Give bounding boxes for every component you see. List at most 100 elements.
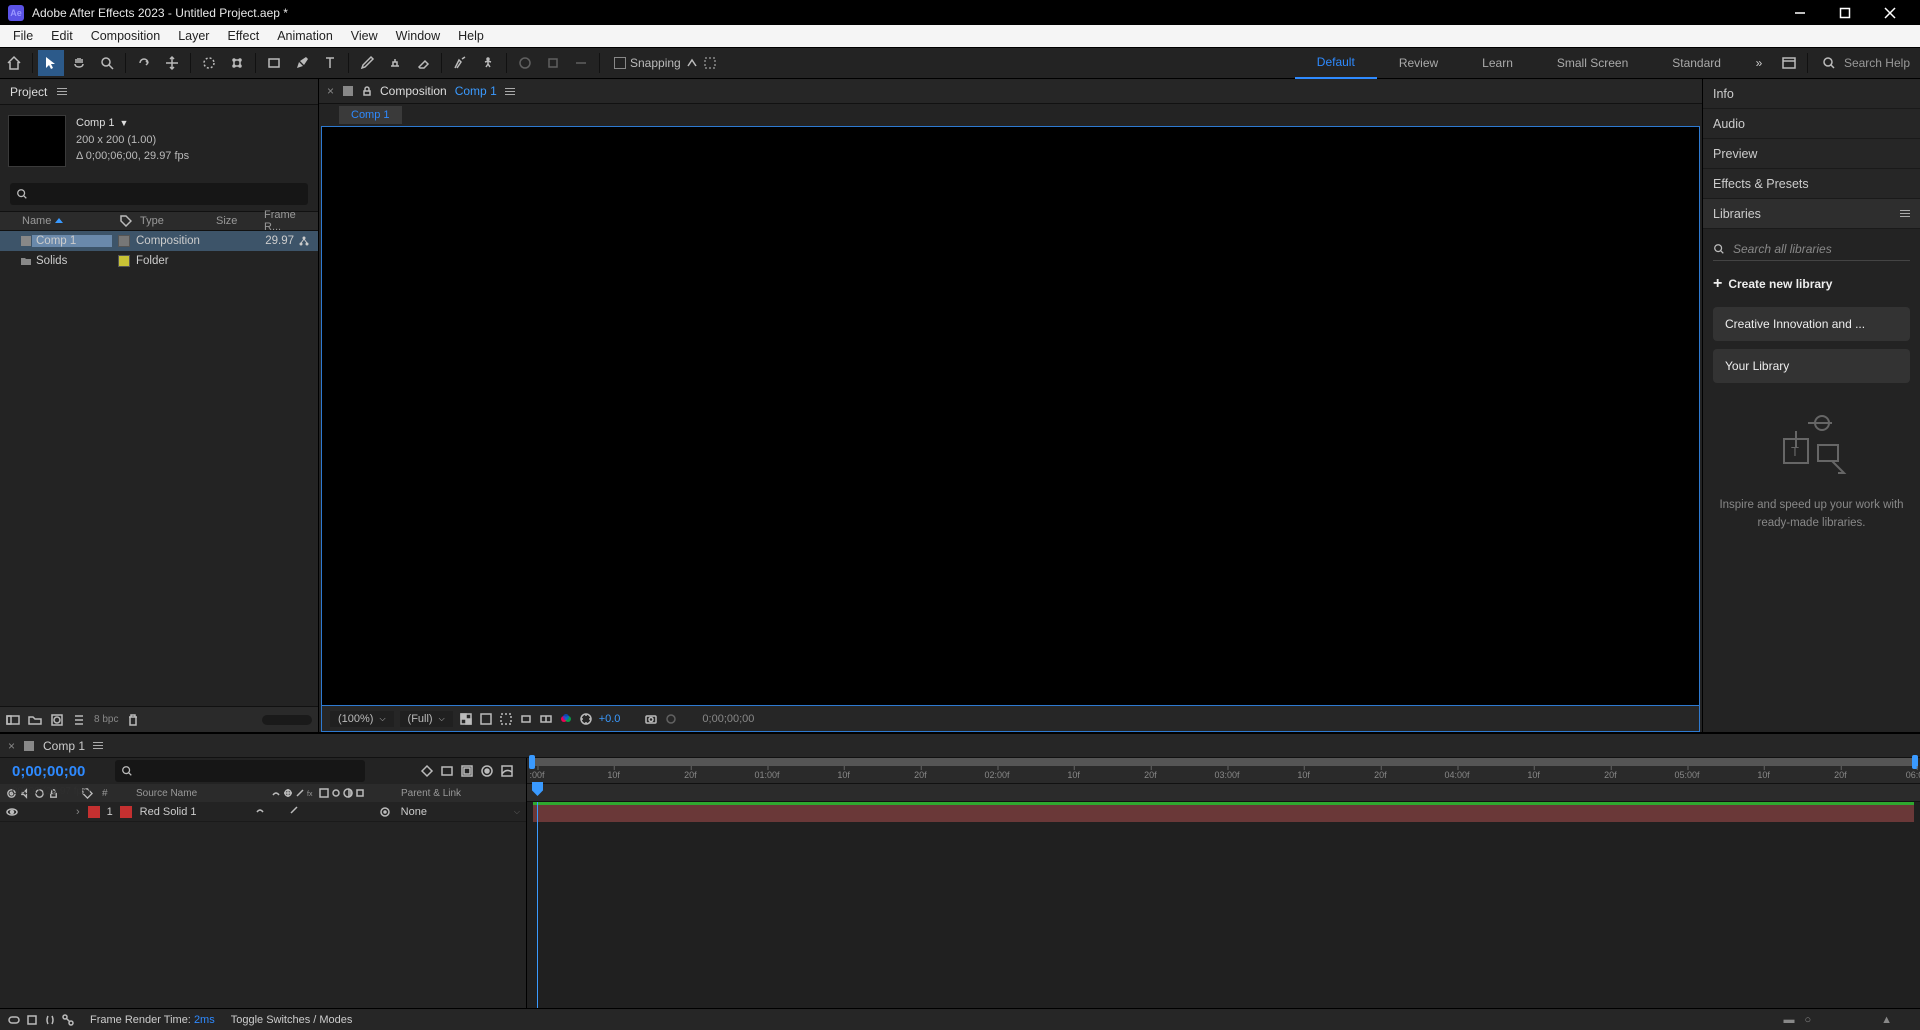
create-library-button[interactable]: + Create new library xyxy=(1713,269,1910,299)
viewer-timecode[interactable]: 0;00;00;00 xyxy=(702,713,754,725)
graph-editor-icon[interactable] xyxy=(500,764,514,778)
panel-menu-icon[interactable] xyxy=(57,88,67,95)
panel-audio[interactable]: Audio xyxy=(1703,109,1920,139)
close-tab-icon[interactable]: × xyxy=(327,84,334,98)
panel-libraries[interactable]: Libraries xyxy=(1703,199,1920,229)
zoom-tool[interactable] xyxy=(94,50,120,76)
timeline-tab-name[interactable]: Comp 1 xyxy=(43,739,85,753)
resolution-dropdown[interactable]: (Full) ⌵ xyxy=(400,711,453,727)
zoom-in-icon[interactable]: ▲ xyxy=(1881,1014,1892,1026)
snapshot-icon[interactable] xyxy=(644,712,658,726)
toggle-switch-icon[interactable] xyxy=(8,1014,20,1026)
show-snapshot-icon[interactable] xyxy=(664,712,678,726)
orbit-tool[interactable] xyxy=(131,50,157,76)
menu-animation[interactable]: Animation xyxy=(268,25,342,47)
project-item[interactable]: Comp 1 Composition 29.97 xyxy=(0,231,318,251)
panel-info[interactable]: Info xyxy=(1703,79,1920,109)
flowchart-icon[interactable] xyxy=(298,235,310,247)
shy-icon[interactable] xyxy=(440,764,454,778)
maximize-button[interactable] xyxy=(1822,0,1867,25)
menu-help[interactable]: Help xyxy=(449,25,493,47)
library-item[interactable]: Your Library xyxy=(1713,349,1910,383)
timeline-search[interactable] xyxy=(115,760,365,782)
snap-box-icon[interactable] xyxy=(703,56,717,70)
menu-edit[interactable]: Edit xyxy=(42,25,82,47)
menu-composition[interactable]: Composition xyxy=(82,25,169,47)
hand-tool[interactable] xyxy=(66,50,92,76)
mesh-tool-3[interactable] xyxy=(568,50,594,76)
work-area-bar[interactable] xyxy=(533,758,1914,766)
bpc-button[interactable]: 8 bpc xyxy=(94,714,118,725)
comp-mini-icon[interactable] xyxy=(420,764,434,778)
item-color-tag[interactable] xyxy=(118,235,130,247)
panel-effects[interactable]: Effects & Presets xyxy=(1703,169,1920,199)
bone-icon[interactable] xyxy=(62,1014,74,1026)
workspace-smallscreen[interactable]: Small Screen xyxy=(1535,47,1650,79)
timeline-track-area[interactable] xyxy=(527,802,1920,1008)
col-parent[interactable]: Parent & Link xyxy=(401,788,501,799)
brace-icon[interactable] xyxy=(44,1014,56,1026)
minimize-button[interactable] xyxy=(1777,0,1822,25)
mesh-tool-2[interactable] xyxy=(540,50,566,76)
comp-name[interactable]: Comp 1 ▼ xyxy=(76,115,189,132)
zoom-slider-handle[interactable]: ○ xyxy=(1804,1014,1811,1026)
menu-layer[interactable]: Layer xyxy=(169,25,218,47)
quality-col-icon[interactable] xyxy=(295,788,305,798)
snapping-toggle[interactable]: Snapping xyxy=(614,56,717,70)
workspace-review[interactable]: Review xyxy=(1377,47,1460,79)
new-comp-icon[interactable] xyxy=(50,713,64,727)
tag-icon[interactable] xyxy=(120,215,132,227)
item-color-tag[interactable] xyxy=(118,255,130,267)
snapping-checkbox[interactable] xyxy=(614,57,626,69)
home-button[interactable] xyxy=(1,50,27,76)
menu-view[interactable]: View xyxy=(342,25,387,47)
rectangle-tool[interactable] xyxy=(261,50,287,76)
comp-tab-name[interactable]: Comp 1 xyxy=(455,84,497,98)
guide-icon[interactable] xyxy=(519,712,533,726)
col-source[interactable]: Source Name xyxy=(116,788,271,799)
libraries-menu-icon[interactable] xyxy=(1900,210,1910,217)
text-tool[interactable] xyxy=(317,50,343,76)
col-name[interactable]: Name xyxy=(22,215,120,227)
col-frame[interactable]: Frame R... xyxy=(264,209,314,233)
visibility-icon[interactable] xyxy=(6,806,18,818)
trash-icon[interactable] xyxy=(126,713,140,727)
menu-window[interactable]: Window xyxy=(387,25,449,47)
pickwhip-icon[interactable] xyxy=(379,806,391,818)
puppet-tool[interactable] xyxy=(475,50,501,76)
channel-icon[interactable] xyxy=(539,712,553,726)
panel-preview[interactable]: Preview xyxy=(1703,139,1920,169)
transparency-grid-icon[interactable] xyxy=(459,712,473,726)
zoom-dropdown[interactable]: (100%) ⌵ xyxy=(330,711,394,727)
zoom-out-icon[interactable]: ▬ xyxy=(1783,1014,1794,1026)
project-search[interactable] xyxy=(10,183,308,205)
lock-icon[interactable] xyxy=(362,86,372,96)
current-timecode[interactable]: 0;00;00;00 xyxy=(12,763,85,780)
shy-col-icon[interactable] xyxy=(271,788,281,798)
adjustment-col-icon[interactable] xyxy=(343,788,353,798)
eraser-tool[interactable] xyxy=(410,50,436,76)
layer-color[interactable] xyxy=(88,806,100,818)
twirl-icon[interactable]: › xyxy=(76,806,80,818)
pen-tool[interactable] xyxy=(289,50,315,76)
menu-file[interactable]: File xyxy=(4,25,42,47)
col-number[interactable]: # xyxy=(102,788,116,799)
libraries-search[interactable]: Search all libraries xyxy=(1713,237,1910,261)
workspace-more-button[interactable]: » xyxy=(1744,50,1774,76)
parent-dropdown[interactable]: None ⌵ xyxy=(395,806,520,818)
workspace-standard[interactable]: Standard xyxy=(1650,47,1743,79)
playhead[interactable] xyxy=(537,802,538,1008)
frameblend-col-icon[interactable] xyxy=(319,788,329,798)
menu-effect[interactable]: Effect xyxy=(218,25,268,47)
layer-name[interactable]: Red Solid 1 xyxy=(136,806,251,818)
composition-viewer[interactable] xyxy=(321,126,1700,706)
rotation-tool[interactable] xyxy=(196,50,222,76)
exposure-value[interactable]: +0.0 xyxy=(599,713,621,725)
toggle-switches-button[interactable]: Toggle Switches / Modes xyxy=(231,1014,353,1026)
motion-blur-icon[interactable] xyxy=(480,764,494,778)
mesh-tool-1[interactable] xyxy=(512,50,538,76)
fx-col-icon[interactable]: fx xyxy=(307,788,317,798)
timeline-layer-row[interactable]: › 1 Red Solid 1 None ⌵ xyxy=(0,802,526,822)
close-button[interactable] xyxy=(1867,0,1912,25)
workspace-reset-icon[interactable] xyxy=(1776,50,1802,76)
